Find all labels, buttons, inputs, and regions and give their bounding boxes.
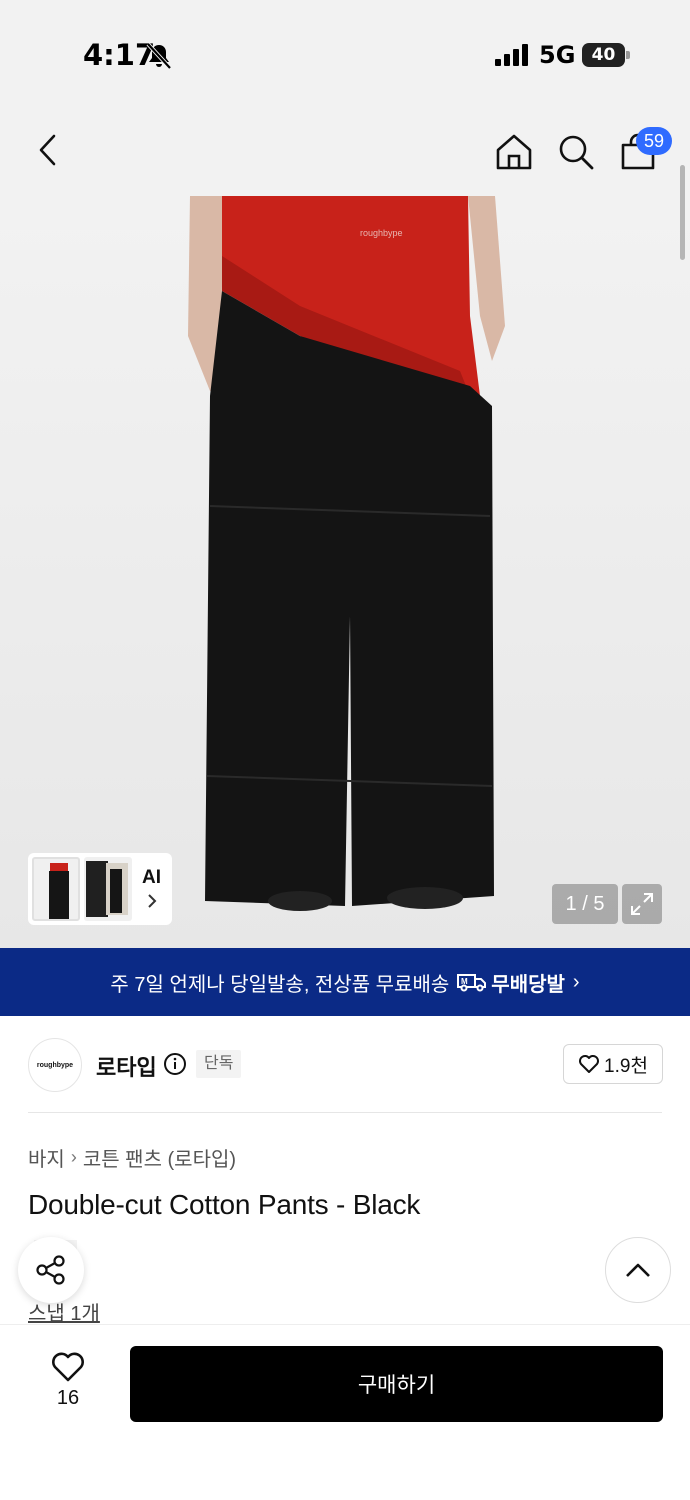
network-type: 5G [539, 41, 576, 69]
brand-logo[interactable]: roughbype [28, 1038, 82, 1092]
brand-favorite-button[interactable]: 1.9천 [563, 1044, 663, 1084]
share-button[interactable] [18, 1237, 84, 1303]
heart-icon [579, 1055, 600, 1073]
home-button[interactable] [490, 128, 538, 176]
share-icon [36, 1255, 65, 1285]
search-icon [559, 135, 594, 170]
divider [28, 1112, 662, 1113]
status-bar: 4:17 5G 40 [0, 0, 690, 110]
info-icon[interactable] [163, 1052, 187, 1076]
product-title: Double-cut Cotton Pants - Black [28, 1189, 421, 1220]
image-page-counter: 1 / 5 [552, 884, 618, 924]
breadcrumb-category[interactable]: 바지 [28, 1143, 65, 1172]
search-button[interactable] [552, 128, 600, 176]
home-icon [496, 134, 532, 170]
back-button[interactable] [24, 126, 72, 174]
product-image[interactable]: roughbype [0, 196, 690, 948]
like-count: 16 [56, 1387, 80, 1409]
nav-bar [0, 110, 690, 196]
chevron-right-icon [148, 894, 157, 908]
battery-icon: 40 [582, 43, 630, 67]
thumbnail-strip[interactable]: AI [28, 853, 172, 925]
banner-text: 주 7일 언제나 당일발송, 전상품 무료배송 [110, 973, 450, 996]
brand-name[interactable]: 로타입 [96, 1050, 157, 1082]
scroll-indicator [680, 165, 685, 260]
like-button[interactable]: 16 [38, 1351, 98, 1421]
expand-button[interactable] [622, 884, 662, 924]
breadcrumb-separator: › [70, 1147, 77, 1167]
bell-off-icon [146, 42, 172, 70]
delivery-banner[interactable]: 주 7일 언제나 당일발송, 전상품 무료배송 M 무배당발 › [0, 948, 690, 1016]
back-icon [39, 134, 56, 166]
shirt-logo-text: roughbype [360, 228, 403, 238]
ai-label[interactable]: AI [142, 867, 161, 889]
banner-brand: M 무배당발 [457, 968, 565, 997]
banner-chevron-icon: › [572, 970, 580, 993]
chevron-up-icon [626, 1263, 650, 1277]
status-time: 4:17 [83, 38, 156, 72]
signal-icon [495, 44, 528, 66]
snap-link[interactable]: 스냅 1개 [28, 1297, 100, 1326]
bottom-action-bar: 16 구매하기 [0, 1324, 690, 1500]
scroll-top-button[interactable] [605, 1237, 671, 1303]
brand-exclusive-tag: 단독 [196, 1050, 242, 1078]
svg-text:M: M [461, 977, 468, 986]
breadcrumb-subcategory[interactable]: 코튼 팬츠 (로타입) [83, 1143, 236, 1172]
thumbnail-2[interactable] [84, 857, 132, 921]
thumbnail-1[interactable] [32, 857, 80, 921]
truck-icon: M [457, 974, 487, 992]
expand-icon [631, 893, 653, 915]
buy-button[interactable]: 구매하기 [130, 1346, 663, 1422]
heart-icon [52, 1352, 84, 1382]
banner-brand-label: 무배당발 [491, 973, 565, 996]
battery-level: 40 [582, 43, 625, 67]
product-photo: roughbype [188, 196, 505, 911]
breadcrumb: 바지 › 코튼 팬츠 (로타입) [28, 1143, 236, 1172]
brand-row: roughbype 로타입 단독 1.9천 [0, 1016, 690, 1112]
cart-count-badge: 59 [636, 127, 672, 155]
brand-favorite-count: 1.9천 [604, 1055, 648, 1077]
